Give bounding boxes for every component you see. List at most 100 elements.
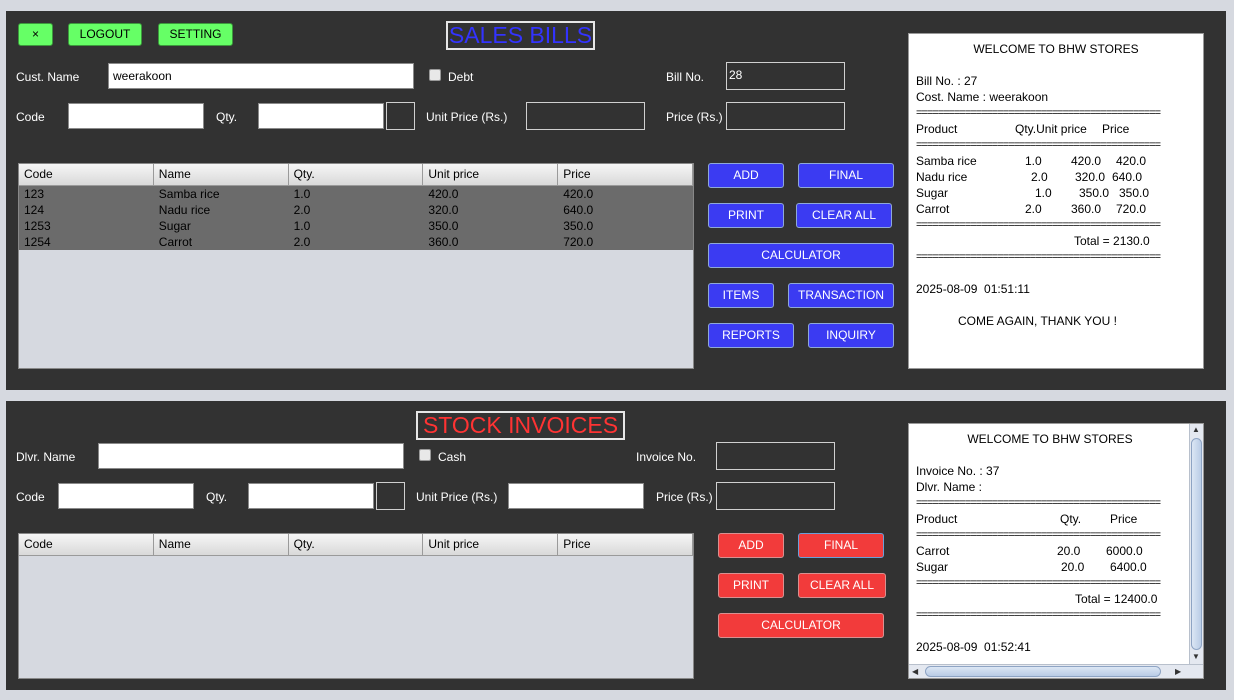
sales-final-button[interactable]: FINAL bbox=[798, 163, 894, 188]
cell: 640.0 bbox=[563, 203, 594, 217]
scroll-up-icon[interactable]: ▲ bbox=[1192, 425, 1200, 435]
sales-clear-all-button[interactable]: CLEAR ALL bbox=[796, 203, 892, 228]
receipt-item-name: Sugar bbox=[916, 560, 949, 574]
receipt-dlvr-name: Dlvr. Name : bbox=[916, 480, 983, 494]
cell: Samba rice bbox=[158, 187, 220, 201]
stock-items-table[interactable]: Code Name Qty. Unit price Price bbox=[18, 533, 694, 679]
stock-print-button[interactable]: PRINT bbox=[718, 573, 784, 598]
receipt-bill-no: Bill No. : 27 bbox=[916, 74, 978, 88]
table-row[interactable]: 1253 Sugar 1.0 350.0 350.0 bbox=[19, 218, 693, 234]
sales-print-button[interactable]: PRINT bbox=[708, 203, 784, 228]
cell: 350.0 bbox=[563, 219, 594, 233]
scroll-right-icon[interactable]: ▶ bbox=[1175, 667, 1181, 677]
receipt-item-qty: 2.0 bbox=[1025, 202, 1042, 216]
table-row[interactable]: 123 Samba rice 1.0 420.0 420.0 bbox=[19, 186, 693, 202]
cell: 420.0 bbox=[563, 187, 594, 201]
receipt-item-price: 6400.0 bbox=[1110, 560, 1147, 574]
scroll-left-icon[interactable]: ◀ bbox=[912, 667, 918, 677]
receipt-col-product: Product bbox=[916, 512, 958, 526]
sales-calculator-button[interactable]: CALCULATOR bbox=[708, 243, 894, 268]
cell: 1.0 bbox=[293, 187, 311, 201]
receipt-col-qty-unit: Qty.Unit price bbox=[1015, 122, 1087, 136]
cust-name-label: Cust. Name bbox=[16, 70, 80, 84]
header-qty[interactable]: Qty. bbox=[289, 164, 424, 185]
sales-add-button[interactable]: ADD bbox=[708, 163, 784, 188]
receipt-item-unit: 350.0 bbox=[1079, 186, 1110, 200]
stock-add-button[interactable]: ADD bbox=[718, 533, 784, 558]
header-name[interactable]: Name bbox=[154, 164, 289, 185]
receipt-col-product: Product bbox=[916, 122, 958, 136]
price-label: Price (Rs.) bbox=[666, 110, 723, 124]
debt-checkbox[interactable] bbox=[429, 69, 441, 81]
receipt-item-qty: 1.0 bbox=[1035, 186, 1052, 200]
receipt-item-price: 720.0 bbox=[1116, 202, 1147, 216]
setting-button[interactable]: SETTING bbox=[158, 23, 233, 46]
dlvr-name-label: Dlvr. Name bbox=[16, 450, 76, 464]
qty-unit-box[interactable] bbox=[376, 482, 405, 510]
scrollbar-thumb[interactable] bbox=[925, 666, 1161, 677]
header-code[interactable]: Code bbox=[19, 534, 154, 555]
horizontal-scrollbar[interactable]: ◀ ▶ bbox=[909, 664, 1203, 678]
receipt-item-name: Carrot bbox=[916, 202, 950, 216]
header-price[interactable]: Price bbox=[558, 534, 693, 555]
dlvr-name-input[interactable] bbox=[98, 443, 404, 469]
receipt-col-qty: Qty. bbox=[1060, 512, 1082, 526]
stock-clear-all-button[interactable]: CLEAR ALL bbox=[798, 573, 886, 598]
scroll-down-icon[interactable]: ▼ bbox=[1192, 652, 1200, 662]
cell: 420.0 bbox=[428, 187, 459, 201]
price-field[interactable] bbox=[716, 482, 835, 510]
sales-receipt: WELCOME TO BHW STORES Bill No. : 27 Cost… bbox=[908, 33, 1204, 369]
receipt-item-name: Carrot bbox=[916, 544, 950, 558]
stock-calculator-button[interactable]: CALCULATOR bbox=[718, 613, 884, 638]
sales-items-table[interactable]: Code Name Qty. Unit price Price 123 Samb… bbox=[18, 163, 694, 369]
reports-button[interactable]: REPORTS bbox=[708, 323, 794, 348]
code-input[interactable] bbox=[58, 483, 194, 509]
table-row[interactable]: 124 Nadu rice 2.0 320.0 640.0 bbox=[19, 202, 693, 218]
qty-unit-box[interactable] bbox=[386, 102, 415, 130]
close-button[interactable]: × bbox=[18, 23, 53, 46]
code-input[interactable] bbox=[68, 103, 204, 129]
stock-invoices-title: STOCK INVOICES bbox=[416, 411, 625, 440]
header-unit-price[interactable]: Unit price bbox=[423, 164, 559, 185]
unit-price-input[interactable] bbox=[508, 483, 644, 509]
bill-no-field[interactable]: 28 bbox=[726, 62, 845, 90]
receipt-separator: ========================================… bbox=[916, 497, 1161, 509]
receipt-separator: ========================================… bbox=[916, 577, 1161, 589]
price-label: Price (Rs.) bbox=[656, 490, 713, 504]
logout-button[interactable]: LOGOUT bbox=[68, 23, 142, 46]
receipt-col-price: Price bbox=[1110, 512, 1138, 526]
header-unit-price[interactable]: Unit price bbox=[423, 534, 559, 555]
cust-name-input[interactable]: weerakoon bbox=[108, 63, 414, 89]
table-row[interactable]: 1254 Carrot 2.0 360.0 720.0 bbox=[19, 234, 693, 250]
receipt-item-qty: 1.0 bbox=[1025, 154, 1042, 168]
cash-checkbox[interactable] bbox=[419, 449, 431, 461]
scrollbar-thumb[interactable] bbox=[1191, 438, 1202, 650]
invoice-no-field[interactable] bbox=[716, 442, 835, 470]
receipt-separator: ========================================… bbox=[916, 251, 1161, 263]
cell: 320.0 bbox=[428, 203, 459, 217]
cell: 1.0 bbox=[293, 219, 311, 233]
header-qty[interactable]: Qty. bbox=[289, 534, 424, 555]
cell: 2.0 bbox=[293, 235, 311, 249]
header-price[interactable]: Price bbox=[558, 164, 693, 185]
transaction-button[interactable]: TRANSACTION bbox=[788, 283, 894, 308]
stock-final-button[interactable]: FINAL bbox=[798, 533, 884, 558]
stock-receipt: WELCOME TO BHW STORES Invoice No. : 37 D… bbox=[908, 423, 1204, 679]
vertical-scrollbar[interactable]: ▲ ▼ bbox=[1189, 424, 1203, 664]
header-code[interactable]: Code bbox=[19, 164, 154, 185]
unit-price-field[interactable] bbox=[526, 102, 645, 130]
receipt-datetime: 2025-08-09 01:52:41 bbox=[916, 640, 1031, 654]
header-name[interactable]: Name bbox=[154, 534, 289, 555]
qty-input[interactable] bbox=[248, 483, 374, 509]
table-body: 123 Samba rice 1.0 420.0 420.0 124 Nadu … bbox=[19, 186, 693, 250]
items-button[interactable]: ITEMS bbox=[708, 283, 774, 308]
inquiry-button[interactable]: INQUIRY bbox=[808, 323, 894, 348]
stock-invoices-panel: STOCK INVOICES Dlvr. Name Cash Invoice N… bbox=[6, 401, 1226, 690]
receipt-item-price: 350.0 bbox=[1119, 186, 1150, 200]
receipt-separator: ========================================… bbox=[916, 107, 1161, 119]
price-field[interactable] bbox=[726, 102, 845, 130]
cell: 124 bbox=[24, 203, 45, 217]
qty-input[interactable] bbox=[258, 103, 384, 129]
receipt-datetime: 2025-08-09 01:51:11 bbox=[916, 282, 1030, 296]
receipt-item-qty: 20.0 bbox=[1057, 544, 1081, 558]
